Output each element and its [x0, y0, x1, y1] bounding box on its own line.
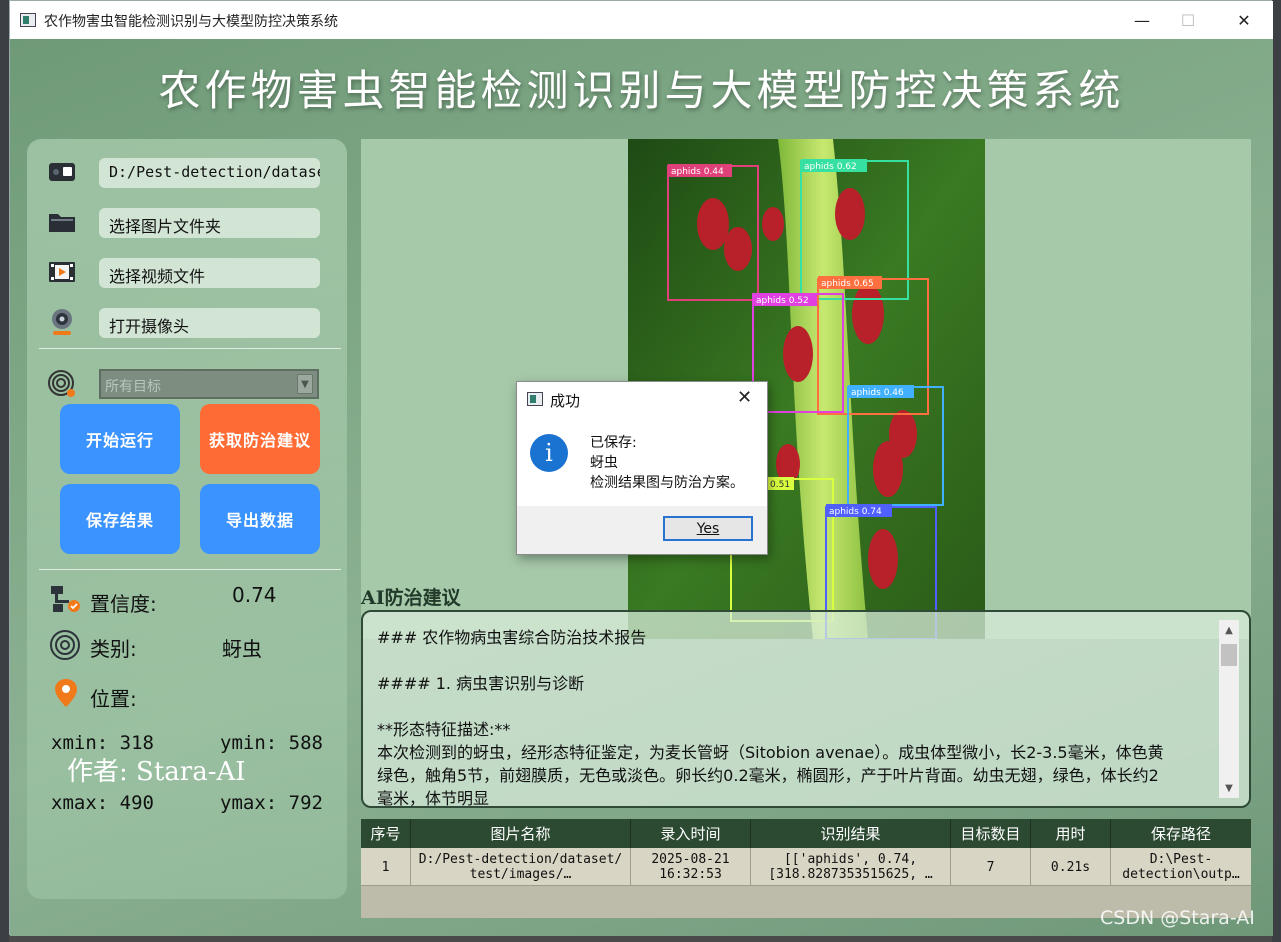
column-header[interactable]: 录入时间	[631, 819, 751, 848]
image-icon	[49, 163, 75, 181]
class-value: 蚜虫	[222, 637, 262, 661]
bbox-label: 0.51	[770, 480, 790, 490]
yes-button[interactable]: Yes	[663, 516, 753, 541]
divider	[39, 348, 341, 349]
scroll-up-icon[interactable]: ▲	[1219, 622, 1239, 638]
scroll-thumb[interactable]	[1221, 644, 1237, 666]
app-window: 农作物害虫智能检测识别与大模型防控决策系统 — ☐ ✕ 农作物害虫智能检测识别与…	[9, 0, 1273, 936]
info-icon: i	[530, 434, 568, 472]
scroll-down-icon[interactable]: ▼	[1219, 780, 1239, 796]
app-icon	[527, 392, 543, 406]
target-select[interactable]: 所有目标 ▼	[99, 369, 319, 399]
message-line: 已保存:	[590, 435, 637, 451]
text-line: **形态特征描述:**	[377, 720, 511, 739]
maximize-button[interactable]: ☐	[1165, 1, 1211, 39]
results-table: 序号 图片名称 录入时间 识别结果 目标数目 用时 保存路径 1 D:/Pest…	[361, 819, 1251, 918]
save-results-button[interactable]: 保存结果	[60, 484, 180, 554]
ai-advice-textbox[interactable]: ### 农作物病虫害综合防治技术报告 #### 1. 病虫害识别与诊断 **形态…	[361, 610, 1251, 808]
camera-icon	[52, 309, 72, 335]
bbox-label: aphids 0.62	[804, 162, 857, 172]
cell-time: 2025-08-21 16:32:53	[631, 848, 751, 886]
text-line: 本次检测到的蚜虫，经形态特征鉴定，为麦长管蚜（Sitobion avenae）。…	[377, 743, 1164, 762]
text-line: 绿色，触角5节，前翅膜质，无色或淡色。卵长约0.2毫米，椭圆形，产于叶片背面。幼…	[377, 766, 1159, 785]
cell-image-name: D:/Pest-detection/dataset/ test/images/…	[411, 848, 631, 886]
get-advice-button[interactable]: 获取防治建议	[200, 404, 320, 474]
cell-duration: 0.21s	[1031, 848, 1111, 886]
message-line: 检测结果图与防治方案。	[590, 475, 744, 491]
bbox-label: aphids 0.52	[756, 296, 809, 306]
message-line: 蚜虫	[590, 455, 618, 471]
column-header[interactable]: 用时	[1031, 819, 1111, 848]
app-icon	[20, 13, 36, 27]
column-header[interactable]: 识别结果	[751, 819, 951, 848]
select-video-button[interactable]: 选择视频文件	[99, 258, 320, 288]
dialog-body: 成功 ✕ i 已保存: 蚜虫 检测结果图与防治方案。	[517, 382, 767, 506]
bbox-label: aphids 0.65	[821, 279, 874, 289]
chevron-down-icon[interactable]: ▼	[297, 374, 313, 394]
author-label: 作者: Stara-AI	[67, 757, 246, 787]
dialog-message: 已保存: 蚜虫 检测结果图与防治方案。	[590, 433, 744, 493]
image-path-field[interactable]: D:/Pest-detection/dataset/test/images/	[99, 158, 320, 188]
ymax-value: ymax: 792	[220, 792, 323, 814]
ai-advice-title: AI防治建议	[361, 587, 461, 609]
cell-save-path: D:\Pest- detection\outp…	[1122, 852, 1240, 882]
xmax-value: xmax: 490	[51, 792, 154, 814]
hierarchy-icon	[51, 586, 80, 612]
column-header[interactable]: 目标数目	[951, 819, 1031, 848]
cell-count: 7	[951, 848, 1031, 886]
close-button[interactable]: ✕	[1221, 1, 1267, 39]
dialog-title: 成功	[550, 392, 581, 410]
confidence-value: 0.74	[232, 583, 277, 607]
export-data-button[interactable]: 导出数据	[200, 484, 320, 554]
confidence-label: 置信度:	[90, 592, 157, 616]
close-icon[interactable]: ✕	[737, 387, 752, 408]
text-line	[377, 649, 1217, 672]
target-select-value: 所有目标	[105, 379, 161, 395]
location-pin-icon	[55, 679, 77, 707]
ai-advice-text: ### 农作物病虫害综合防治技术报告 #### 1. 病虫害识别与诊断 **形态…	[377, 626, 1217, 808]
select-folder-button[interactable]: 选择图片文件夹	[99, 208, 320, 238]
column-header[interactable]: 图片名称	[411, 819, 631, 848]
table-header: 序号 图片名称 录入时间 识别结果 目标数目 用时 保存路径	[361, 819, 1251, 848]
success-dialog: 成功 ✕ i 已保存: 蚜虫 检测结果图与防治方案。 Yes	[516, 381, 768, 555]
target-icon	[50, 630, 80, 660]
text-line: 毫米，体节明显	[377, 789, 490, 808]
bbox-label: aphids 0.74	[829, 507, 882, 517]
folder-icon	[49, 214, 75, 232]
title-bar: 农作物害虫智能检测识别与大模型防控决策系统 — ☐ ✕	[10, 1, 1273, 39]
detection-image-area: aphids 0.44 aphids 0.62 aphids 0.65 aphi…	[361, 139, 1251, 639]
bbox-label: aphids 0.46	[851, 388, 904, 398]
text-line: #### 1. 病虫害识别与诊断	[377, 674, 585, 693]
watermark: CSDN @Stara-AI	[1100, 907, 1255, 929]
position-label: 位置:	[90, 687, 137, 711]
desktop-left-edge	[0, 0, 9, 942]
cell-result: [['aphids', 0.74, [318.8287353515625, …	[751, 848, 951, 886]
minimize-button[interactable]: —	[1119, 1, 1165, 39]
table-row[interactable]: 1 D:/Pest-detection/dataset/ test/images…	[361, 848, 1251, 886]
desktop-right-edge	[1272, 0, 1281, 942]
bbox-label: aphids 0.44	[671, 167, 724, 177]
page-title: 农作物害虫智能检测识别与大模型防控决策系统	[158, 66, 1125, 115]
video-icon	[49, 262, 75, 282]
target-icon	[48, 370, 75, 397]
column-header[interactable]: 序号	[361, 819, 411, 848]
vertical-scrollbar[interactable]: ▲ ▼	[1219, 620, 1239, 798]
class-label: 类别:	[90, 637, 137, 661]
text-line: ### 农作物病虫害综合防治技术报告	[377, 628, 647, 647]
column-header[interactable]: 保存路径	[1111, 819, 1251, 848]
open-camera-button[interactable]: 打开摄像头	[99, 308, 320, 338]
cell-index: 1	[361, 848, 411, 886]
window-title: 农作物害虫智能检测识别与大模型防控决策系统	[44, 14, 338, 30]
text-line	[377, 695, 1217, 718]
divider	[39, 569, 341, 570]
start-button[interactable]: 开始运行	[60, 404, 180, 474]
main-content: 农作物害虫智能检测识别与大模型防控决策系统 D:/Pest-detection/…	[10, 39, 1273, 936]
